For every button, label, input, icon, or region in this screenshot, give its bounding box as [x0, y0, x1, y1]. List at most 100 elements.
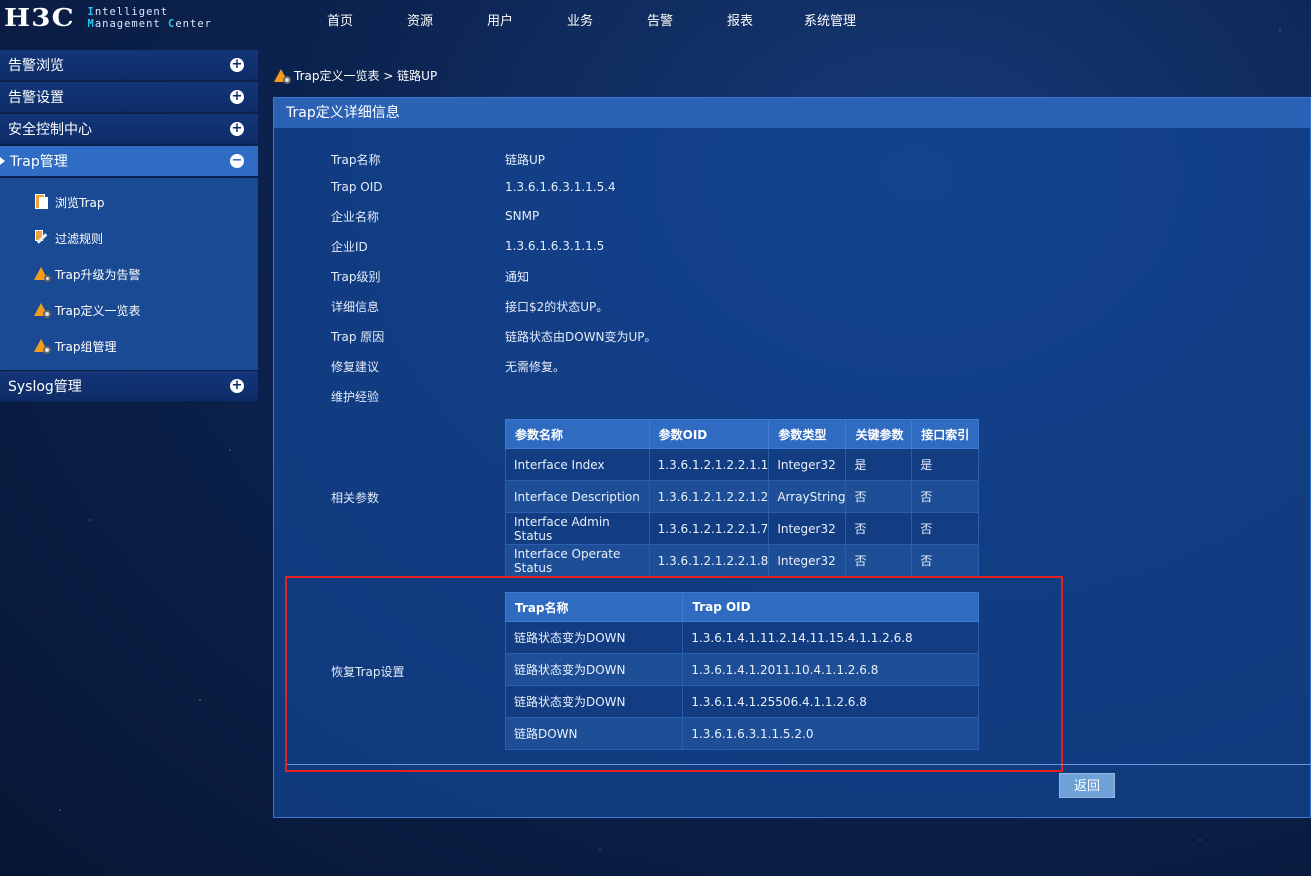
field-label: 修复建议: [331, 359, 380, 374]
menu-label: 告警设置: [8, 90, 64, 106]
menu-label: 告警浏览: [8, 58, 64, 74]
table-cell: 1.3.6.1.2.1.2.2.1.8: [648, 544, 770, 577]
col-header: 关键参数: [845, 419, 913, 449]
sidebar-item-trap-definitions[interactable]: Trap定义一览表: [0, 292, 258, 328]
sidebar-item-label: Trap定义一览表: [55, 303, 141, 318]
plus-icon[interactable]: +: [230, 90, 244, 104]
menu-trap-management[interactable]: Trap管理 −: [0, 146, 258, 177]
sidebar-item-filter-rules[interactable]: 过滤规则: [0, 220, 258, 256]
field-value: 接口$2的状态UP。: [505, 299, 609, 314]
table-header-row: 参数名称 参数OID 参数类型 关键参数 接口索引: [505, 419, 979, 449]
field-label: Trap名称: [331, 152, 381, 167]
filter-rule-icon: [34, 230, 50, 246]
table-cell: 否: [845, 512, 913, 545]
table-cell: Interface Index: [505, 448, 650, 481]
field-label: Trap 原因: [331, 329, 385, 344]
field-value: 无需修复。: [505, 359, 566, 374]
table-cell: 1.3.6.1.2.1.2.2.1.2: [648, 480, 770, 513]
return-button[interactable]: 返回: [1059, 773, 1115, 798]
sidebar-item-trap-upgrade[interactable]: Trap升级为告警: [0, 256, 258, 292]
nav-alarms[interactable]: 告警: [620, 10, 700, 29]
table-cell: 否: [911, 512, 979, 545]
warning-gear-icon: [274, 68, 291, 84]
menu-alarm-browse[interactable]: 告警浏览 +: [0, 50, 258, 81]
menu-security-control-center[interactable]: 安全控制中心 +: [0, 114, 258, 145]
top-bar: H3C Intelligent Management Center 首页 资源 …: [0, 0, 1311, 48]
table-cell: Interface Description: [505, 480, 650, 513]
table-cell: 1.3.6.1.2.1.2.2.1.7: [648, 512, 770, 545]
sidebar: 告警浏览 + 告警设置 + 安全控制中心 + Trap管理 − 浏览Trap 过…: [0, 50, 258, 403]
table-cell: 是: [845, 448, 913, 481]
logo-mark: H3C: [4, 3, 75, 32]
table-row: Interface Description 1.3.6.1.2.1.2.2.1.…: [505, 480, 979, 513]
params-table: 参数名称 参数OID 参数类型 关键参数 接口索引 Interface Inde…: [505, 419, 979, 577]
col-header: 接口索引: [911, 419, 979, 449]
nav-home[interactable]: 首页: [300, 10, 380, 29]
field-value: 1.3.6.1.6.3.1.1.5: [505, 239, 605, 253]
table-cell: Integer32: [768, 448, 847, 481]
logo-subtitle: Intelligent Management Center: [87, 6, 212, 30]
table-row: Interface Index 1.3.6.1.2.1.2.2.1.1 Inte…: [505, 448, 979, 481]
field-trap-oid: Trap OID 1.3.6.1.6.3.1.1.5.4: [331, 177, 616, 197]
field-value: 1.3.6.1.6.3.1.1.5.4: [505, 180, 616, 194]
table-cell: Interface Admin Status: [505, 512, 650, 545]
nav-resources[interactable]: 资源: [380, 10, 460, 29]
nav-services[interactable]: 业务: [540, 10, 620, 29]
col-header: 参数类型: [768, 419, 847, 449]
main-nav: 首页 资源 用户 业务 告警 报表 系统管理: [300, 10, 880, 29]
field-value: SNMP: [505, 209, 540, 223]
h3c-logo[interactable]: H3C Intelligent Management Center: [4, 3, 212, 32]
sidebar-item-trap-groups[interactable]: Trap组管理: [0, 328, 258, 364]
table-row: Interface Operate Status 1.3.6.1.2.1.2.2…: [505, 544, 979, 577]
minus-icon[interactable]: −: [230, 154, 244, 168]
table-cell: 1.3.6.1.2.1.2.2.1.1: [648, 448, 770, 481]
highlight-annotation-box: [285, 576, 1063, 772]
divider: [287, 764, 1311, 765]
related-params-label: 相关参数: [331, 491, 380, 505]
field-trap-level: Trap级别 通知: [331, 266, 529, 286]
sidebar-item-label: Trap组管理: [55, 339, 117, 354]
field-label: 企业ID: [331, 239, 368, 254]
plus-icon[interactable]: +: [230, 58, 244, 72]
plus-icon[interactable]: +: [230, 379, 244, 393]
sidebar-item-browse-trap[interactable]: 浏览Trap: [0, 184, 258, 220]
field-label: Trap OID: [331, 180, 383, 194]
table-cell: 是: [911, 448, 979, 481]
trap-group-icon: [34, 338, 51, 354]
browse-trap-icon: [34, 194, 50, 210]
col-header: 参数OID: [648, 419, 770, 449]
table-cell: 否: [911, 480, 979, 513]
plus-icon[interactable]: +: [230, 122, 244, 136]
table-cell: 否: [845, 544, 913, 577]
trap-submenu: 浏览Trap 过滤规则 Trap升级为告警 Trap定义一览表 Trap组管理: [0, 178, 258, 370]
menu-label: 安全控制中心: [8, 122, 92, 138]
sidebar-item-label: Trap升级为告警: [55, 267, 141, 282]
col-header: 参数名称: [505, 419, 650, 449]
trap-upgrade-icon: [34, 266, 51, 282]
field-repair-suggestion: 修复建议 无需修复。: [331, 356, 565, 376]
field-maintenance-experience: 维护经验: [331, 386, 505, 406]
menu-syslog-management[interactable]: Syslog管理 +: [0, 371, 258, 402]
field-enterprise-id: 企业ID 1.3.6.1.6.3.1.1.5: [331, 236, 604, 256]
table-cell: Interface Operate Status: [505, 544, 650, 577]
nav-users[interactable]: 用户: [460, 10, 540, 29]
table-cell: 否: [845, 480, 913, 513]
trap-definition-icon: [34, 302, 51, 318]
field-label: 维护经验: [331, 389, 380, 404]
field-trap-name: Trap名称 链路UP: [331, 149, 545, 169]
field-value: 链路状态由DOWN变为UP。: [505, 329, 657, 344]
nav-system-management[interactable]: 系统管理: [780, 10, 880, 29]
field-trap-cause: Trap 原因 链路状态由DOWN变为UP。: [331, 326, 657, 346]
breadcrumb-text: Trap定义一览表 > 链路UP: [294, 69, 438, 83]
panel-title: Trap定义详细信息: [274, 98, 1310, 128]
menu-label: Syslog管理: [8, 379, 82, 395]
table-cell: Integer32: [768, 544, 847, 577]
menu-label: Trap管理: [10, 154, 68, 170]
field-details: 详细信息 接口$2的状态UP。: [331, 296, 608, 316]
nav-reports[interactable]: 报表: [700, 10, 780, 29]
sidebar-item-label: 过滤规则: [55, 231, 104, 246]
menu-alarm-settings[interactable]: 告警设置 +: [0, 82, 258, 113]
field-label: 详细信息: [331, 299, 380, 314]
table-cell: ArrayString: [768, 480, 847, 513]
field-value: 链路UP: [505, 152, 546, 167]
